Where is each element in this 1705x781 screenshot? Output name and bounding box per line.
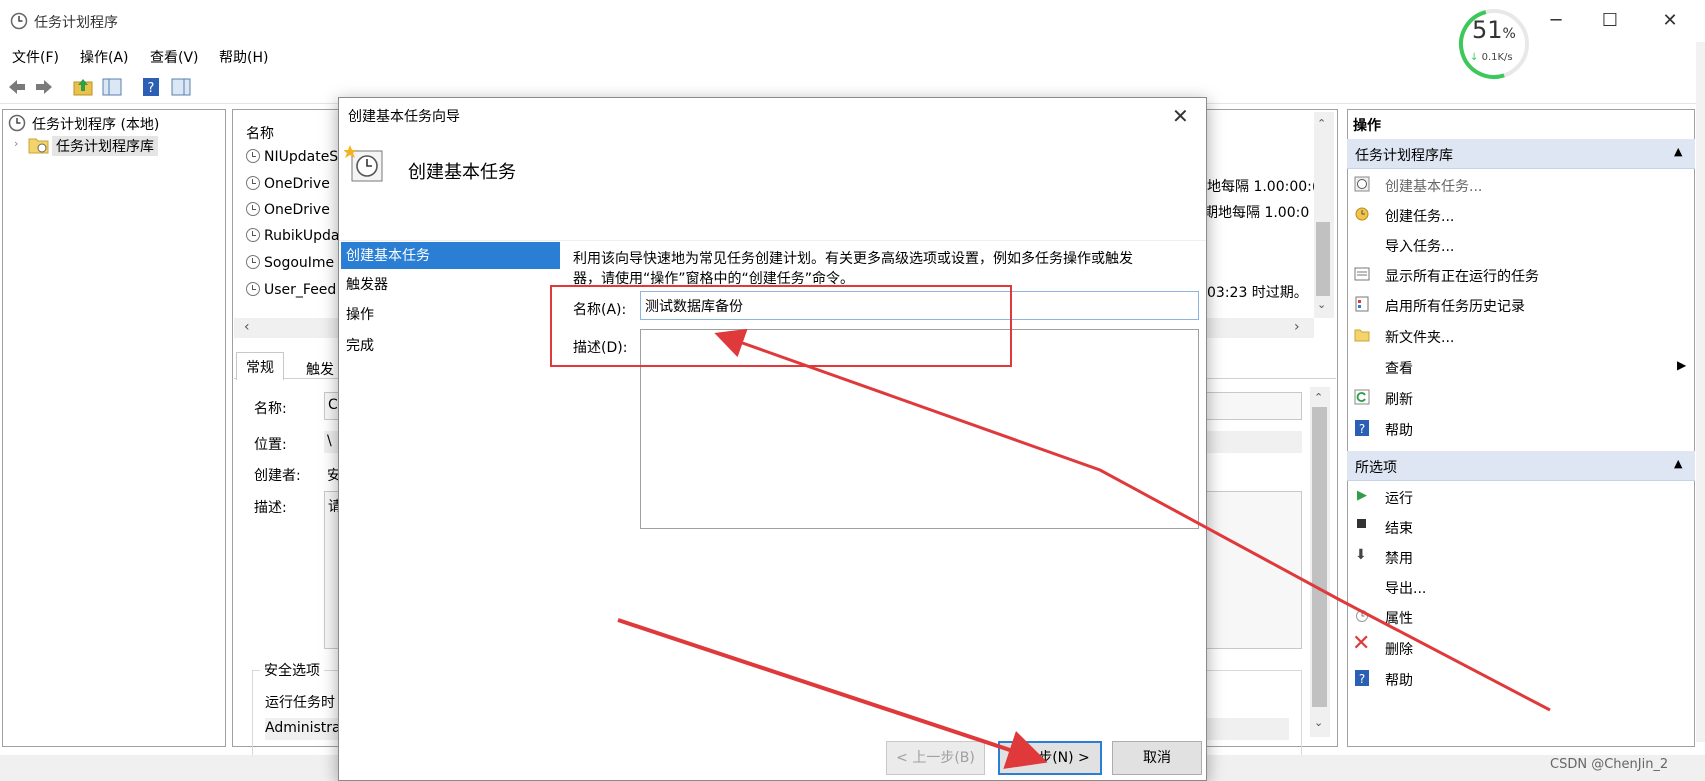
- annotation-arrow-to-name: [714, 328, 1551, 712]
- annotation-arrows: [617, 328, 1551, 769]
- annotation-arrow-to-next: [617, 618, 1048, 769]
